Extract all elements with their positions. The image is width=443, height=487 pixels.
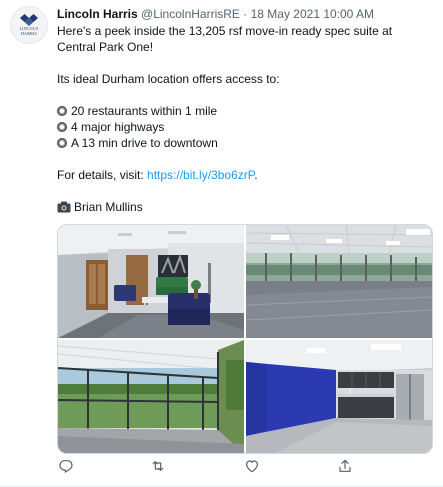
photo-break-room[interactable] <box>246 340 432 453</box>
photo-break-room-image <box>246 340 432 453</box>
details-line: For details, visit: https://bit.ly/3bo6z… <box>57 168 258 182</box>
photo-glass-wall-image <box>58 340 244 453</box>
details-link[interactable]: https://bit.ly/3bo6zrP <box>147 168 254 182</box>
photo-glass-wall[interactable] <box>58 340 244 453</box>
tweet-text: Here's a peek inside the 13,205 rsf move… <box>57 23 435 215</box>
retweet-icon[interactable] <box>150 458 166 474</box>
share-icon[interactable] <box>337 458 353 474</box>
bullet-item: 20 restaurants within 1 mile <box>57 103 435 119</box>
tweet-header: Lincoln Harris @LincolnHarrisRE · 18 May… <box>57 6 435 22</box>
photo-open-office-image <box>246 225 432 338</box>
photo-credit: Brian Mullins <box>57 199 435 215</box>
meta-separator: · <box>243 7 248 21</box>
avatar[interactable]: LINCOLN HARRIS <box>10 6 48 44</box>
tweet-line: Central Park One! <box>57 40 154 54</box>
photo-open-office[interactable] <box>246 225 432 338</box>
logo-icon <box>20 14 38 26</box>
radio-button-icon <box>57 106 67 116</box>
tweet-intro: Its ideal Durham location offers access … <box>57 72 280 86</box>
tweet-line: Here's a peek inside the 13,205 rsf move… <box>57 24 393 38</box>
radio-button-icon <box>57 138 67 148</box>
avatar-text: LINCOLN HARRIS <box>19 26 39 36</box>
camera-icon <box>57 201 71 213</box>
bullet-item: 4 major highways <box>57 119 435 135</box>
media-grid <box>57 224 433 454</box>
author-handle[interactable]: @LincolnHarrisRE <box>141 7 240 21</box>
photo-lobby-image <box>58 225 244 338</box>
bullet-item: A 13 min drive to downtown <box>57 135 435 151</box>
tweet-card[interactable]: LINCOLN HARRIS Lincoln Harris @LincolnHa… <box>0 0 443 487</box>
tweet-timestamp[interactable]: 18 May 2021 10:00 AM <box>251 7 374 21</box>
radio-button-icon <box>57 122 67 132</box>
reply-icon[interactable] <box>58 458 74 474</box>
author-name[interactable]: Lincoln Harris <box>57 7 138 21</box>
like-icon[interactable] <box>244 458 260 474</box>
tweet-actions <box>57 458 431 478</box>
photo-lobby[interactable] <box>58 225 244 338</box>
